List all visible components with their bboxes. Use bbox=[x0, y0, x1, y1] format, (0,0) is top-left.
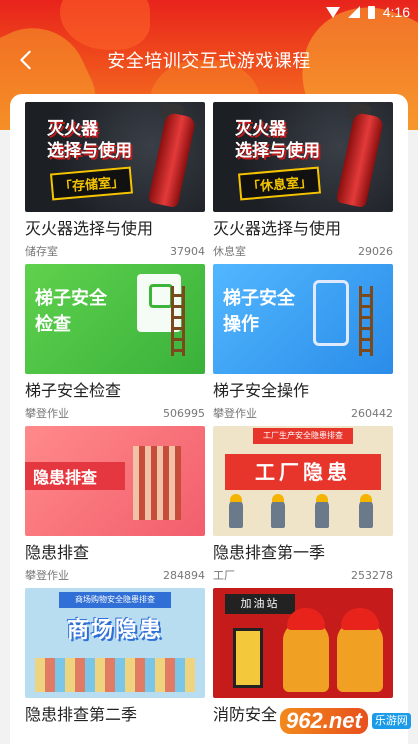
course-count: 37904 bbox=[170, 245, 205, 258]
course-meta: 攀登作业 260442 bbox=[213, 406, 393, 422]
course-category: 攀登作业 bbox=[25, 569, 69, 582]
course-title: 梯子安全检查 bbox=[25, 381, 122, 400]
status-bar: 4:16 bbox=[0, 0, 418, 24]
course-thumbnail: 梯子安全 检查 bbox=[25, 264, 205, 374]
worker-icon bbox=[271, 494, 285, 528]
wifi-icon bbox=[325, 6, 340, 18]
thumbnail-title: 梯子安全 操作 bbox=[223, 288, 295, 335]
watermark: 962.net 乐游网 bbox=[280, 704, 412, 738]
course-category: 攀登作业 bbox=[213, 407, 257, 420]
thumbnail-badge: 「存储室」 bbox=[49, 166, 134, 201]
course-count: 284894 bbox=[163, 569, 205, 582]
course-category: 储存室 bbox=[25, 245, 58, 258]
ladder-icon bbox=[359, 286, 373, 356]
course-count: 29026 bbox=[358, 245, 393, 258]
course-count: 260442 bbox=[351, 407, 393, 420]
thumbnail-banner: 商场购物安全隐患排查 bbox=[59, 592, 171, 608]
course-title: 梯子安全操作 bbox=[213, 381, 310, 400]
thumbnail-title: 灭火器 选择与使用 bbox=[235, 119, 320, 161]
course-title: 灭火器选择与使用 bbox=[25, 219, 154, 238]
worker-icon bbox=[229, 494, 243, 528]
course-card[interactable]: 梯子安全 检查 梯子安全检查 攀登作业 506995 bbox=[25, 264, 205, 426]
course-card[interactable]: 工厂生产安全隐患排查 工厂隐患 隐患排查第一季 工厂 253278 bbox=[213, 426, 393, 588]
firefighter-icon bbox=[283, 608, 329, 692]
course-card[interactable]: 商场购物安全隐患排查 商场隐患 隐患排查第二季 bbox=[25, 588, 205, 744]
course-meta: 休息室 29026 bbox=[213, 244, 393, 260]
fire-extinguisher-icon bbox=[335, 111, 385, 209]
course-category: 工厂 bbox=[213, 569, 235, 582]
course-thumbnail: 梯子安全 操作 bbox=[213, 264, 393, 374]
worker-icon bbox=[359, 494, 373, 528]
thumbnail-title: 商场隐患 bbox=[66, 618, 163, 643]
signal-icon bbox=[347, 6, 360, 18]
thumbnail-title: 工厂隐患 bbox=[225, 454, 381, 490]
course-meta: 储存室 37904 bbox=[25, 244, 205, 260]
thumbnail-banner: 工厂生产安全隐患排查 bbox=[253, 428, 353, 444]
thumbnail-badge: 「休息室」 bbox=[237, 166, 322, 201]
course-card[interactable]: 灭火器 选择与使用 「休息室」 灭火器选择与使用 休息室 29026 bbox=[213, 102, 393, 264]
course-thumbnail: 工厂生产安全隐患排查 工厂隐患 bbox=[213, 426, 393, 536]
course-card[interactable]: 梯子安全 操作 梯子安全操作 攀登作业 260442 bbox=[213, 264, 393, 426]
firefighter-icon bbox=[337, 608, 383, 692]
thumbnail-title: 梯子安全 检查 bbox=[35, 288, 107, 335]
fuel-pump-icon bbox=[233, 628, 263, 688]
course-title: 隐患排查第一季 bbox=[213, 543, 326, 562]
course-meta: 攀登作业 284894 bbox=[25, 568, 205, 584]
course-count: 506995 bbox=[163, 407, 205, 420]
workers-illustration bbox=[223, 494, 383, 528]
course-category: 攀登作业 bbox=[25, 407, 69, 420]
worker-icon bbox=[315, 494, 329, 528]
course-card[interactable]: 隐患排查 隐患排查 攀登作业 284894 bbox=[25, 426, 205, 588]
ladder-icon bbox=[171, 286, 185, 356]
watermark-logo: 962.net bbox=[280, 708, 368, 734]
course-thumbnail: 加油站 bbox=[213, 588, 393, 698]
clock: 4:16 bbox=[382, 4, 410, 20]
shelves-illustration bbox=[35, 658, 195, 692]
course-thumbnail: 灭火器 选择与使用 「休息室」 bbox=[213, 102, 393, 212]
course-title: 灭火器选择与使用 bbox=[213, 219, 342, 238]
course-title: 隐患排查第二季 bbox=[25, 705, 138, 724]
watermark-sub: 乐游网 bbox=[371, 713, 411, 729]
course-thumbnail: 商场购物安全隐患排查 商场隐患 bbox=[25, 588, 205, 698]
battery-icon bbox=[367, 5, 375, 19]
course-category: 休息室 bbox=[213, 245, 246, 258]
building-icon bbox=[133, 446, 181, 520]
course-grid: 灭火器 选择与使用 「存储室」 灭火器选择与使用 储存室 37904 灭火器 选… bbox=[25, 102, 393, 744]
thumbnail-title: 隐患排查 bbox=[33, 468, 98, 487]
thumbnail-banner: 加油站 bbox=[225, 594, 295, 614]
course-panel: 灭火器 选择与使用 「存储室」 灭火器选择与使用 储存室 37904 灭火器 选… bbox=[10, 94, 408, 744]
course-thumbnail: 灭火器 选择与使用 「存储室」 bbox=[25, 102, 205, 212]
thumbnail-title: 灭火器 选择与使用 bbox=[47, 119, 132, 161]
phone-icon bbox=[313, 280, 349, 346]
fire-extinguisher-icon bbox=[147, 111, 197, 209]
course-count: 253278 bbox=[351, 569, 393, 582]
course-card[interactable]: 灭火器 选择与使用 「存储室」 灭火器选择与使用 储存室 37904 bbox=[25, 102, 205, 264]
course-meta: 工厂 253278 bbox=[213, 568, 393, 584]
course-title: 隐患排查 bbox=[25, 543, 90, 562]
back-button[interactable] bbox=[10, 44, 42, 76]
course-thumbnail: 隐患排查 bbox=[25, 426, 205, 536]
page-title: 安全培训交互式游戏课程 bbox=[107, 51, 311, 72]
chevron-left-icon bbox=[20, 50, 31, 70]
title-bar: 安全培训交互式游戏课程 bbox=[0, 38, 418, 82]
course-meta: 攀登作业 506995 bbox=[25, 406, 205, 422]
